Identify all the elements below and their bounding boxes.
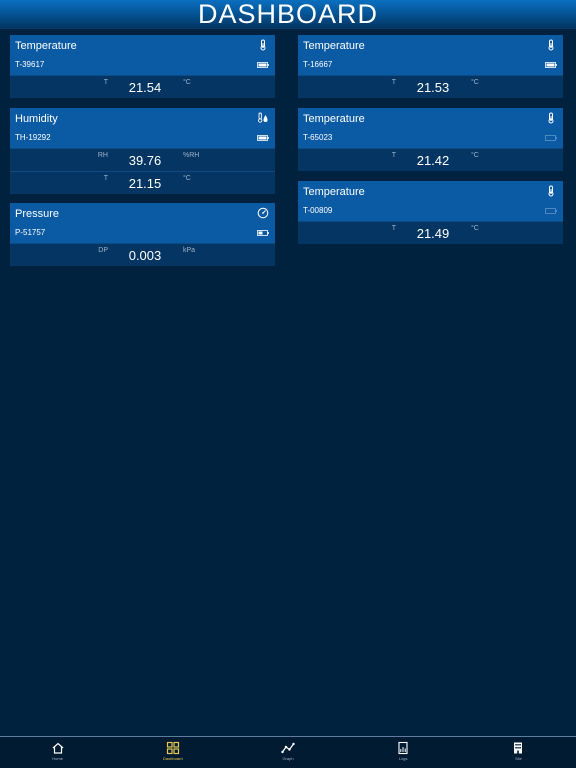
reading-unit: °C xyxy=(183,175,191,182)
home-icon xyxy=(52,742,63,754)
card-title: Temperature xyxy=(303,186,365,198)
reading-row: RH 39.76 %RH xyxy=(10,148,275,171)
sensor-card-temperature[interactable]: Temperature T-65023 T 21.42 °C xyxy=(298,108,563,171)
reading-label: T xyxy=(391,225,396,232)
battery-empty-icon xyxy=(545,208,557,214)
reading-label: T xyxy=(391,79,396,86)
bottom-tab-bar: Home Dashboard Graph Logs Site xyxy=(0,736,576,768)
humidity-icon xyxy=(258,112,268,123)
reading-label: T xyxy=(103,175,108,182)
reading-value: 21.54 xyxy=(128,80,162,95)
reading-row: T 21.53 °C xyxy=(298,75,563,98)
card-header: Temperature T-39617 xyxy=(10,35,275,75)
card-header: Pressure P-51757 xyxy=(10,203,275,243)
battery-full-icon xyxy=(545,62,557,68)
tab-dashboard[interactable]: Dashboard xyxy=(115,737,230,768)
reading-unit: kPa xyxy=(183,247,196,254)
reading-unit: °C xyxy=(471,79,479,86)
reading-row: T 21.15 °C xyxy=(10,171,275,194)
thermometer-icon xyxy=(260,39,266,51)
sensor-serial: P-51757 xyxy=(15,228,46,237)
dashboard-icon xyxy=(166,741,179,755)
tab-label: Graph xyxy=(282,756,294,761)
sensor-serial: T-00809 xyxy=(303,206,333,215)
sensor-serial: T-65023 xyxy=(303,133,333,142)
building-icon xyxy=(514,742,523,754)
dashboard-screen: DASHBOARD Temperature T-39617 T 21.54 °C xyxy=(0,0,576,768)
battery-full-icon xyxy=(257,135,269,141)
graph-icon xyxy=(281,742,295,754)
reading-value: 0.003 xyxy=(128,248,162,263)
reading-value: 21.42 xyxy=(416,153,450,168)
card-header: Temperature T-16667 xyxy=(298,35,563,75)
battery-half-icon xyxy=(257,230,269,236)
reading-unit: °C xyxy=(471,225,479,232)
reading-label: DP xyxy=(98,247,108,254)
reading-unit: °C xyxy=(183,79,191,86)
sensor-card-temperature[interactable]: Temperature T-39617 T 21.54 °C xyxy=(10,35,275,98)
thermometer-icon xyxy=(548,112,554,124)
tab-home[interactable]: Home xyxy=(0,737,115,768)
tab-site[interactable]: Site xyxy=(461,737,576,768)
sensor-serial: T-39617 xyxy=(15,60,45,69)
reading-label: T xyxy=(391,152,396,159)
logs-icon xyxy=(398,741,408,755)
reading-unit: %RH xyxy=(183,152,200,159)
reading-row: T 21.42 °C xyxy=(298,148,563,171)
tab-label: Dashboard xyxy=(163,756,183,761)
page-title: DASHBOARD xyxy=(197,0,379,29)
tab-label: Home xyxy=(52,756,63,761)
tab-logs[interactable]: Logs xyxy=(346,737,461,768)
reading-unit: °C xyxy=(471,152,479,159)
reading-label: RH xyxy=(97,152,108,159)
tab-graph[interactable]: Graph xyxy=(230,737,345,768)
reading-value: 21.53 xyxy=(416,80,450,95)
card-header: Temperature T-65023 xyxy=(298,108,563,148)
sensor-card-temperature[interactable]: Temperature T-16667 T 21.53 °C xyxy=(298,35,563,98)
battery-empty-icon xyxy=(545,135,557,141)
sensor-serial: T-16667 xyxy=(303,60,333,69)
reading-row: T 21.54 °C xyxy=(10,75,275,98)
reading-row: T 21.49 °C xyxy=(298,221,563,244)
sensor-serial: TH-19292 xyxy=(15,133,51,142)
sensor-card-pressure[interactable]: Pressure P-51757 DP 0.003 kPa xyxy=(10,203,275,266)
sensor-card-humidity[interactable]: Humidity TH-19292 RH 39.76 %RH T 21.15 °… xyxy=(10,108,275,194)
card-title: Temperature xyxy=(303,40,365,52)
tab-label: Logs xyxy=(398,756,408,761)
card-title: Temperature xyxy=(303,113,365,125)
reading-value: 21.49 xyxy=(416,226,450,241)
header-bar: DASHBOARD xyxy=(0,0,576,29)
reading-value: 39.76 xyxy=(128,153,162,168)
card-title: Humidity xyxy=(15,113,58,125)
thermometer-icon xyxy=(548,39,554,51)
thermometer-icon xyxy=(548,185,554,197)
tab-label: Site xyxy=(514,756,522,761)
card-header: Humidity TH-19292 xyxy=(10,108,275,148)
reading-label: T xyxy=(103,79,108,86)
reading-row: DP 0.003 kPa xyxy=(10,243,275,266)
reading-value: 21.15 xyxy=(128,176,162,191)
battery-full-icon xyxy=(257,62,269,68)
card-title: Temperature xyxy=(15,40,77,52)
card-title: Pressure xyxy=(15,208,60,220)
gauge-icon xyxy=(257,207,269,219)
card-header: Temperature T-00809 xyxy=(298,181,563,221)
sensor-card-temperature[interactable]: Temperature T-00809 T 21.49 °C xyxy=(298,181,563,244)
